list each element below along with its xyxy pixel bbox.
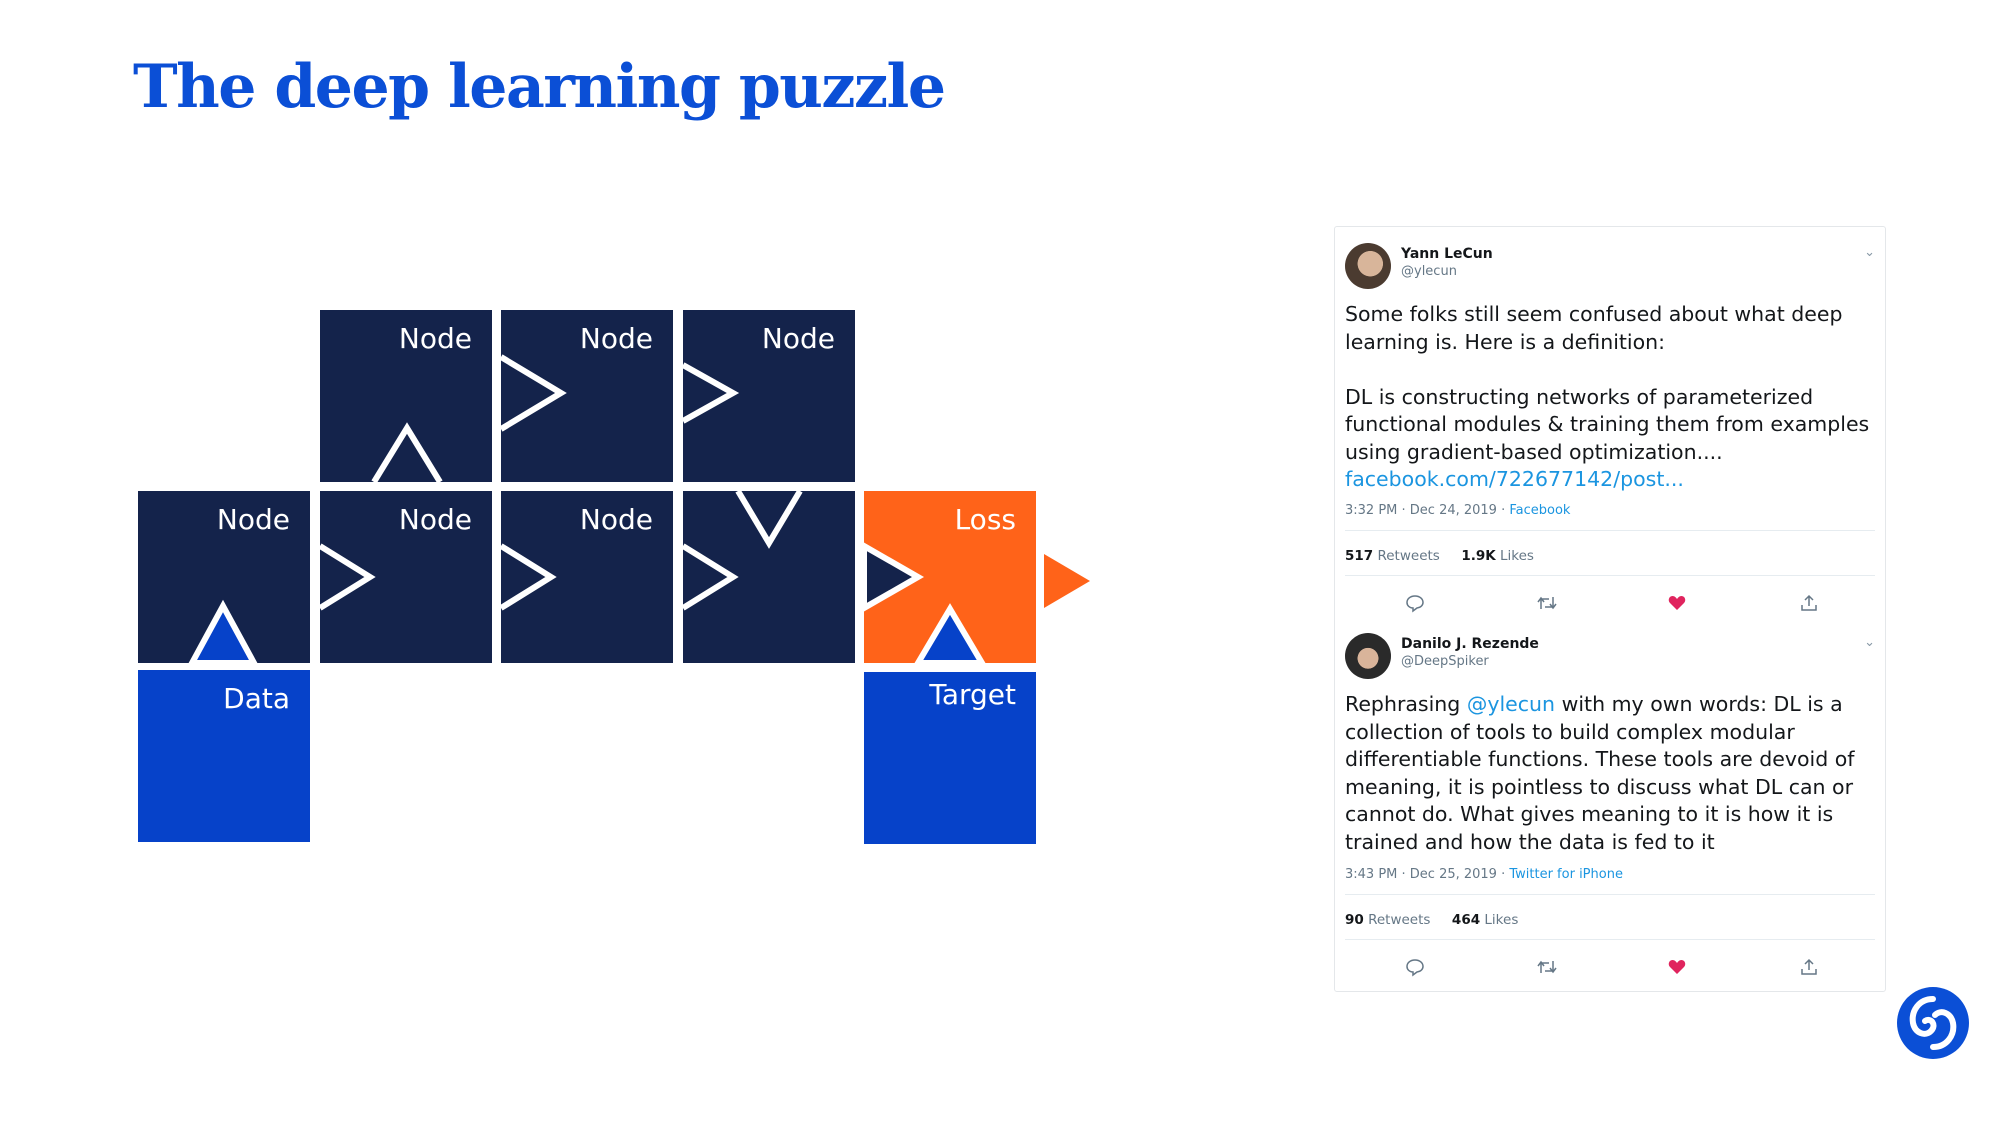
down-arrow-icon (735, 491, 803, 549)
retweet-icon[interactable] (1535, 957, 1559, 981)
right-arrow-icon (501, 354, 567, 432)
tweet-actions (1345, 593, 1875, 617)
right-arrow-icon (501, 543, 557, 611)
up-arrow-icon (914, 603, 986, 663)
tweet-handle[interactable]: @DeepSpiker (1401, 654, 1489, 669)
tweet-source[interactable]: Facebook (1509, 503, 1570, 518)
share-icon[interactable] (1797, 957, 1821, 981)
reply-icon[interactable] (1403, 957, 1427, 981)
avatar[interactable] (1345, 243, 1391, 289)
node-block-mid-2: Node (501, 491, 673, 663)
divider (1345, 939, 1875, 940)
tweet-stats: 90 Retweets 464 Likes (1345, 912, 1518, 928)
avatar[interactable] (1345, 633, 1391, 679)
divider (1345, 530, 1875, 531)
tweet-actions (1345, 957, 1875, 981)
data-label: Data (223, 682, 290, 715)
target-block: Target (864, 672, 1036, 844)
divider (1345, 575, 1875, 576)
tweet-handle[interactable]: @ylecun (1401, 264, 1457, 279)
chevron-down-icon[interactable]: ⌄ (1864, 635, 1875, 650)
up-arrow-icon (371, 422, 443, 482)
tweet-author[interactable]: Danilo J. Rezende (1401, 636, 1539, 652)
tweet-author[interactable]: Yann LeCun (1401, 246, 1493, 262)
retweet-count[interactable]: 90 Retweets (1345, 912, 1430, 928)
heart-icon[interactable] (1665, 957, 1689, 981)
retweet-count[interactable]: 517 Retweets (1345, 548, 1440, 564)
tweet-body: Some folks still seem confused about wha… (1345, 301, 1875, 494)
tweet-text: with my own words: DL is a collection of… (1345, 692, 1855, 854)
reply-icon[interactable] (1403, 593, 1427, 617)
node-block-mid-0: Node (138, 491, 310, 663)
tweet-meta: 3:32 PM · Dec 24, 2019 · Facebook (1345, 503, 1570, 518)
node-block-mid-1: Node (320, 491, 492, 663)
tweet-body: Rephrasing @ylecun with my own words: DL… (1345, 691, 1875, 856)
target-label: Target (929, 678, 1016, 711)
loss-block: Loss (864, 491, 1036, 663)
tweets-panel: Yann LeCun @ylecun ⌄ Some folks still se… (1334, 226, 1886, 992)
output-arrow-icon (1044, 554, 1090, 608)
tweet-time[interactable]: 3:43 PM · Dec 25, 2019 · (1345, 867, 1509, 882)
tweet-stats: 517 Retweets 1.9K Likes (1345, 548, 1534, 564)
like-count[interactable]: 464 Likes (1452, 912, 1518, 928)
right-arrow-icon (683, 362, 740, 424)
tweet-mention[interactable]: @ylecun (1467, 692, 1555, 716)
tweet-link[interactable]: facebook.com/722677142/post... (1345, 467, 1684, 491)
retweet-icon[interactable] (1535, 593, 1559, 617)
deepmind-logo-icon (1897, 987, 1969, 1059)
slide-title: The deep learning puzzle (133, 52, 946, 122)
up-arrow-icon (188, 599, 258, 663)
tweet-text: DL is constructing networks of parameter… (1345, 384, 1870, 464)
heart-icon[interactable] (1665, 593, 1689, 617)
node-block-top-3: Node (683, 310, 855, 482)
tweet-meta: 3:43 PM · Dec 25, 2019 · Twitter for iPh… (1345, 867, 1623, 882)
tweet-source[interactable]: Twitter for iPhone (1509, 867, 1623, 882)
node-block-top-2: Node (501, 310, 673, 482)
tweet-text: Some folks still seem confused about wha… (1345, 302, 1843, 354)
node-block-mid-3 (683, 491, 855, 663)
tweet-text: Rephrasing (1345, 692, 1467, 716)
tweet-time[interactable]: 3:32 PM · Dec 24, 2019 · (1345, 503, 1509, 518)
right-arrow-icon (320, 543, 376, 611)
data-block: Data (138, 670, 310, 842)
chevron-down-icon[interactable]: ⌄ (1864, 245, 1875, 260)
divider (1345, 894, 1875, 895)
node-block-top-1: Node (320, 310, 492, 482)
like-count[interactable]: 1.9K Likes (1461, 548, 1534, 564)
share-icon[interactable] (1797, 593, 1821, 617)
